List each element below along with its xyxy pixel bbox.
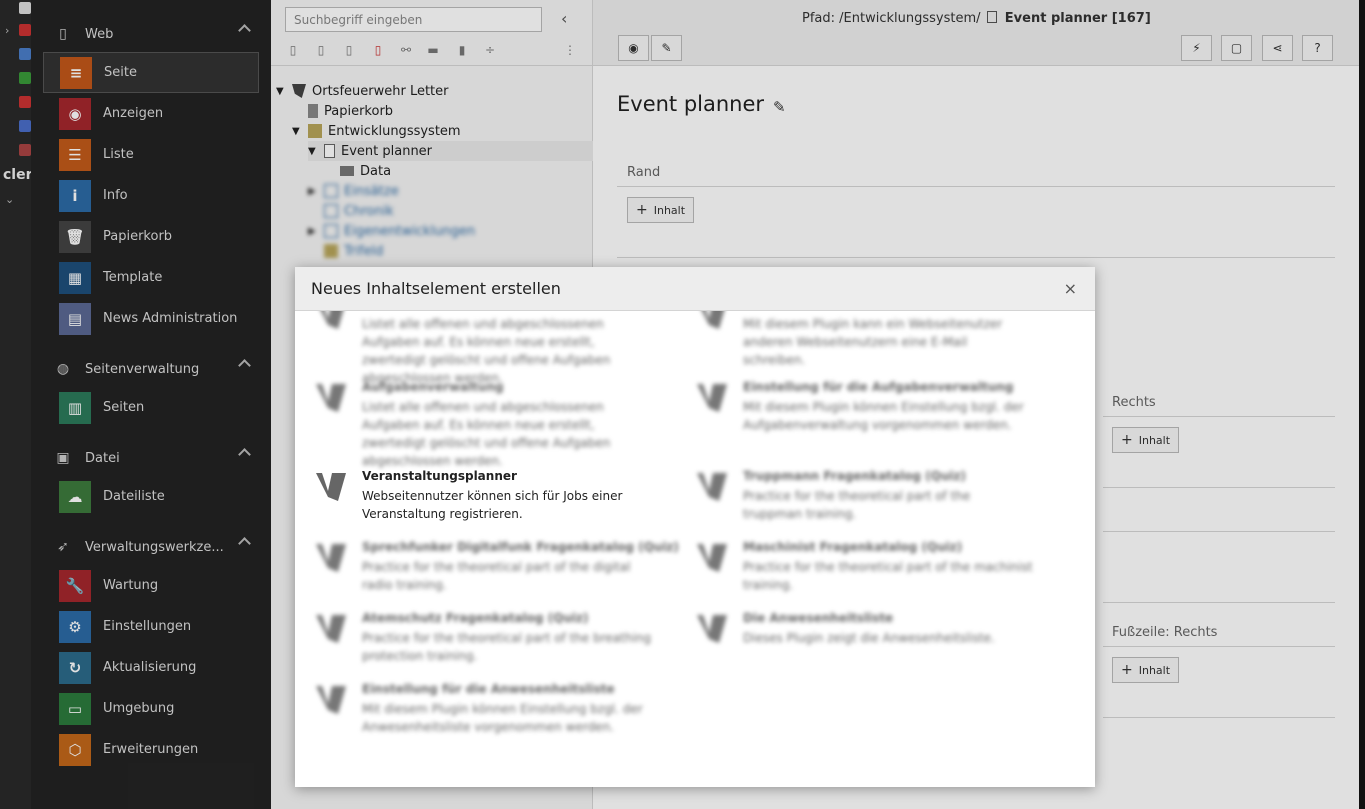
- element-title: Maschinist Fragenkatalog (Quiz): [743, 540, 963, 554]
- element-description: Mit diesem Plugin können Einstellung bzg…: [743, 400, 1024, 432]
- typo3-logo-icon: [316, 686, 346, 714]
- element-title: Veranstaltungsplanner: [362, 469, 517, 483]
- element-description: Practice for the theoretical part of the…: [743, 560, 1033, 592]
- element-title: Truppmann Fragenkatalog (Quiz): [743, 469, 966, 483]
- element-description: Listet alle offenen und abgeschlossenen …: [362, 400, 611, 468]
- element-description: Dieses Plugin zeigt die Anwesenheitslist…: [743, 631, 995, 645]
- element-title: Sprechfunker Digitalfunk Fragenkatalog (…: [362, 540, 679, 554]
- element-title: Einstellung für die Anwesenheitsliste: [362, 682, 615, 696]
- element-description: Webseitennutzer können sich für Jobs ein…: [362, 489, 623, 521]
- element-title: Aufgabenverwaltung: [362, 380, 504, 394]
- typo3-logo-icon: [697, 615, 727, 643]
- typo3-logo-icon: [316, 544, 346, 572]
- element-title: Einstellung für die Aufgabenverwaltung: [743, 380, 1014, 394]
- element-title: Die Anwesenheitsliste: [743, 611, 894, 625]
- typo3-logo-icon: [316, 473, 346, 501]
- typo3-logo-icon: [316, 615, 346, 643]
- typo3-logo-icon: [321, 311, 344, 329]
- new-content-element-modal: Neues Inhaltselement erstellen × Listet …: [295, 267, 1095, 787]
- typo3-logo-icon: [697, 544, 727, 572]
- window-edge: [1359, 0, 1365, 809]
- element-description: Practice for the theoretical part of the…: [362, 631, 651, 663]
- element-description: Practice for the theoretical part of the…: [362, 560, 631, 592]
- typo3-logo-icon: [316, 384, 346, 412]
- typo3-logo-icon: [697, 473, 727, 501]
- modal-title: Neues Inhaltselement erstellen: [311, 279, 561, 298]
- element-description: Practice for the theoretical part of the…: [743, 489, 971, 521]
- typo3-logo-icon: [697, 384, 727, 412]
- element-description: Mit diesem Plugin können Einstellung bzg…: [362, 702, 643, 734]
- element-description: Listet alle offenen und abgeschlossenen …: [362, 317, 611, 385]
- element-description: Mit diesem Plugin kann ein Webseitenutze…: [743, 317, 1003, 367]
- modal-header: Neues Inhaltselement erstellen ×: [295, 267, 1095, 311]
- element-title: Atemschutz Fragenkatalog (Quiz): [362, 611, 589, 625]
- modal-body: Listet alle offenen und abgeschlossenen …: [295, 311, 1095, 787]
- close-icon[interactable]: ×: [1064, 279, 1077, 298]
- typo3-logo-icon: [702, 311, 725, 329]
